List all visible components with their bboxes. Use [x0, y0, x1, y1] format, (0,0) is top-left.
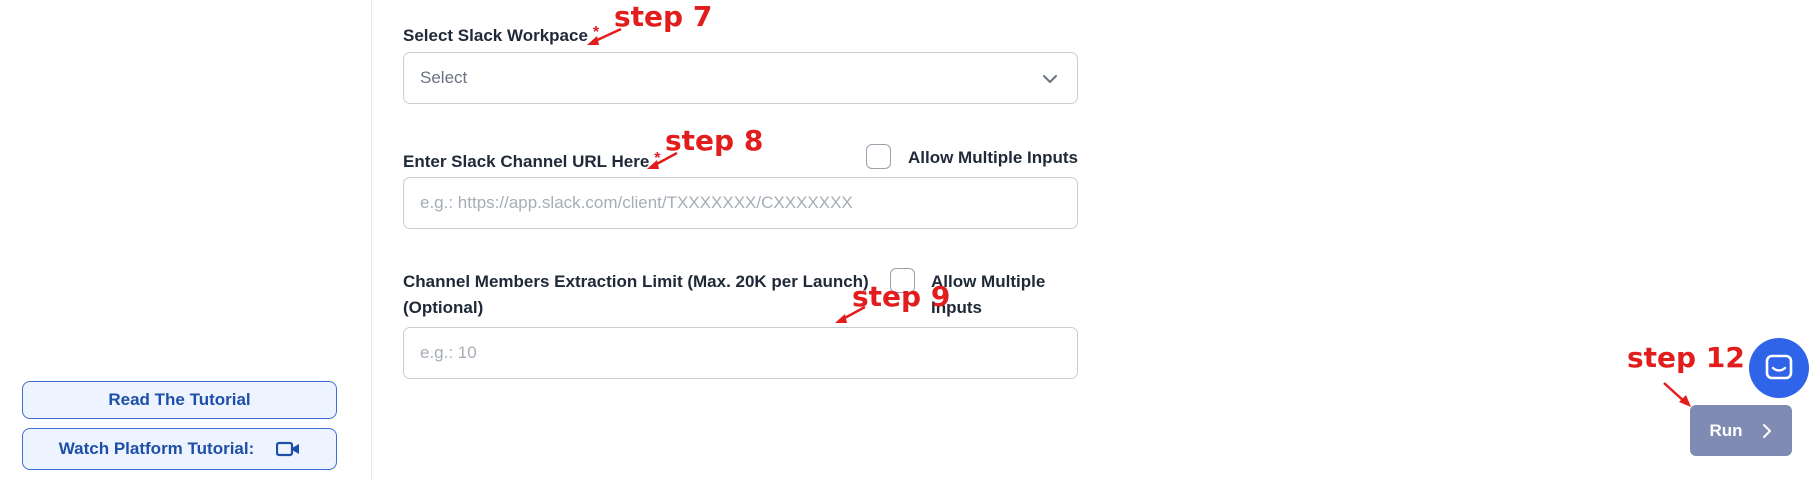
channel-url-allow-multiple-checkbox[interactable] — [866, 144, 891, 169]
step-7-annotation: step 7 — [614, 0, 713, 33]
chevron-down-icon — [1043, 75, 1057, 83]
extraction-limit-label-line2: (Optional) — [403, 298, 484, 317]
extraction-limit-label-line1: Channel Members Extraction Limit (Max. 2… — [403, 272, 869, 291]
workspace-label: Select Slack Workpace * — [403, 20, 599, 49]
step-9-arrow-icon — [835, 305, 866, 323]
read-tutorial-label: Read The Tutorial — [108, 390, 251, 409]
step-12-annotation: step 12 — [1627, 341, 1745, 374]
run-button[interactable]: Run — [1690, 405, 1792, 456]
channel-url-allow-multiple-label: Allow Multiple Inputs — [908, 148, 1078, 167]
chat-button[interactable] — [1749, 338, 1809, 398]
step-12-arrow-icon — [1663, 382, 1691, 407]
read-tutorial-button[interactable]: Read The Tutorial — [22, 381, 337, 419]
workspace-select-value: Select — [420, 68, 468, 87]
workspace-label-text: Select Slack Workpace — [403, 26, 588, 45]
run-button-label: Run — [1709, 420, 1743, 440]
step-7-arrow-icon — [587, 27, 622, 45]
sidebar: Read The Tutorial Watch Platform Tutoria… — [0, 0, 372, 480]
page: Read The Tutorial Watch Platform Tutoria… — [0, 0, 1820, 480]
channel-url-label-text: Enter Slack Channel URL Here — [403, 152, 650, 171]
extraction-limit-input[interactable]: e.g.: 10 — [403, 327, 1078, 379]
extraction-limit-placeholder: e.g.: 10 — [420, 343, 477, 362]
extraction-limit-label: Channel Members Extraction Limit (Max. 2… — [403, 269, 869, 321]
chevron-right-icon — [1762, 423, 1771, 438]
video-camera-icon — [276, 441, 300, 457]
chat-bubble-icon — [1765, 354, 1793, 380]
watch-tutorial-label: Watch Platform Tutorial: — [58, 439, 255, 458]
channel-url-input[interactable]: e.g.: https://app.slack.com/client/TXXXX… — [403, 177, 1078, 229]
watch-platform-tutorial-button[interactable]: Watch Platform Tutorial: — [22, 428, 337, 470]
step-8-arrow-icon — [647, 151, 678, 169]
channel-url-placeholder: e.g.: https://app.slack.com/client/TXXXX… — [420, 193, 853, 212]
workspace-select[interactable]: Select — [403, 52, 1078, 104]
channel-url-label: Enter Slack Channel URL Here * — [403, 146, 661, 175]
